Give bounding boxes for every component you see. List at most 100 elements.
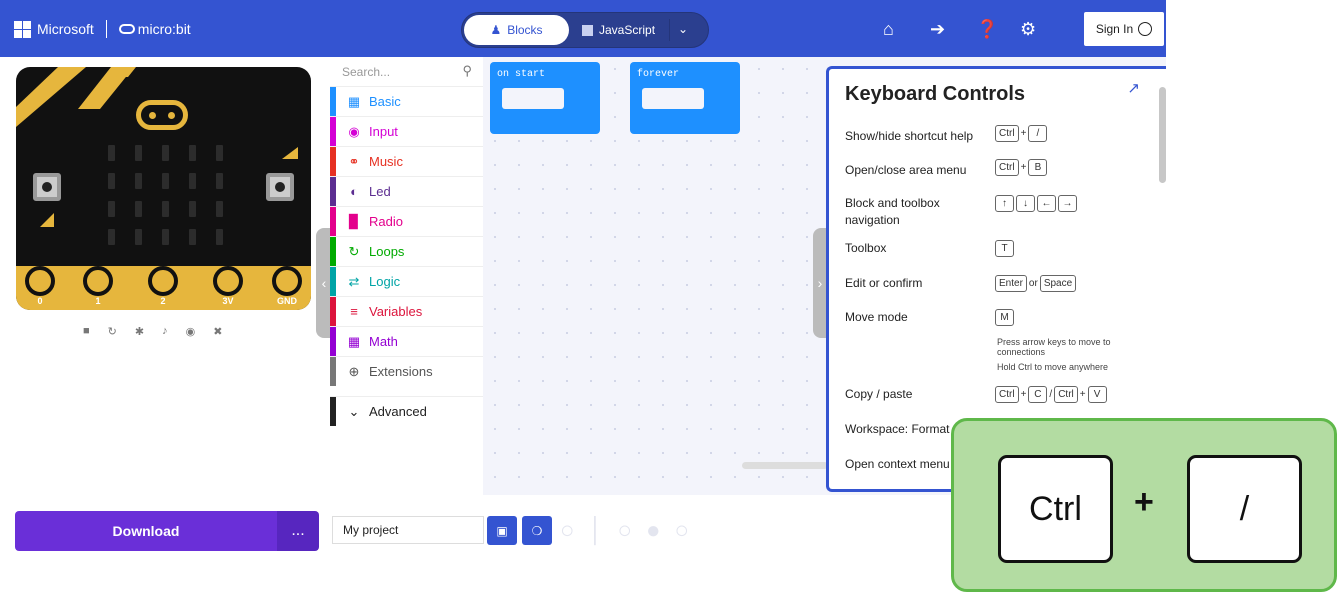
led[interactable] <box>189 201 196 217</box>
led[interactable] <box>108 145 115 161</box>
led[interactable] <box>162 145 169 161</box>
block-on-start[interactable]: on start <box>490 62 600 134</box>
toolbox-category-extensions[interactable]: ⊕ Extensions <box>330 356 483 386</box>
sign-in-button[interactable]: Sign In <box>1084 12 1164 46</box>
user-avatar-icon <box>1138 22 1153 36</box>
microsoft-logo-icon <box>14 20 31 38</box>
toolbox-category-advanced[interactable]: ⌄ Advanced <box>330 396 483 426</box>
led[interactable] <box>108 201 115 217</box>
toggle-icon: ◐ <box>350 184 358 199</box>
search-icon[interactable]: ⚲ <box>462 63 472 79</box>
fullscreen-icon[interactable]: ✖ <box>213 325 222 338</box>
button-b[interactable] <box>266 173 294 201</box>
led[interactable] <box>135 229 142 245</box>
editor-toggle: ♟ Blocks JavaScript ⌄ <box>461 12 709 48</box>
github-button[interactable]: ❍ <box>522 516 552 545</box>
brand-microbit[interactable]: micro:bit <box>138 21 191 37</box>
led[interactable] <box>216 145 223 161</box>
restart-icon[interactable]: ↻ <box>108 325 117 338</box>
toolbox-category-logic[interactable]: ⇄ Logic <box>330 266 483 296</box>
led[interactable] <box>108 229 115 245</box>
shortcut-label: Open/close area menu <box>845 163 967 177</box>
corner-stripe-icon <box>16 67 86 127</box>
category-label: Loops <box>369 244 405 259</box>
shortcut-keys: Ctrl + B <box>995 159 1048 176</box>
led[interactable] <box>189 229 196 245</box>
pin-3v[interactable]: 3V <box>212 266 244 310</box>
led[interactable] <box>162 173 169 189</box>
led[interactable] <box>162 229 169 245</box>
help-icon[interactable]: ❓ <box>976 20 998 38</box>
block-statement-slot <box>642 88 704 109</box>
tab-blocks[interactable]: ♟ Blocks <box>464 15 569 45</box>
key-plus: + <box>1020 389 1027 400</box>
pin-2[interactable]: 2 <box>147 266 179 310</box>
led[interactable] <box>162 201 169 217</box>
led[interactable] <box>216 229 223 245</box>
led[interactable] <box>135 145 142 161</box>
key-plus: + <box>1020 162 1027 173</box>
pin-0[interactable]: 0 <box>24 266 56 310</box>
led[interactable] <box>216 173 223 189</box>
toolbox-category-math[interactable]: ▦ Math <box>330 326 483 356</box>
category-label: Radio <box>369 214 403 229</box>
workspace-horizontal-scrollbar[interactable] <box>742 462 828 469</box>
move-mode-note: Press arrow keys to move to connections <box>997 337 1111 357</box>
led[interactable] <box>216 201 223 217</box>
block-forever[interactable]: forever <box>630 62 740 134</box>
tab-javascript-label: JavaScript <box>599 23 656 37</box>
brand-microsoft[interactable]: Microsoft <box>37 21 94 37</box>
key-t: T <box>995 240 1014 257</box>
chevron-down-icon[interactable]: ⌄ <box>678 22 688 36</box>
led[interactable] <box>189 145 196 161</box>
panel-scrollbar[interactable] <box>1159 87 1166 183</box>
pin-gnd[interactable]: GND <box>271 266 303 310</box>
mute-icon[interactable]: ♪ <box>162 325 168 338</box>
toolbox-category-loops[interactable]: ↻ Loops <box>330 236 483 266</box>
overlay-key-ctrl: Ctrl <box>998 455 1113 563</box>
led[interactable] <box>135 201 142 217</box>
shortcut-keys: Ctrl + / <box>995 125 1048 142</box>
shuffle-icon: ⇄ <box>348 273 360 289</box>
category-label: Input <box>369 124 398 139</box>
key-b: B <box>1028 159 1048 176</box>
download-button[interactable]: Download <box>15 511 277 551</box>
toolbox-search[interactable]: Search... ⚲ <box>342 63 472 79</box>
category-label: Basic <box>369 94 401 109</box>
led[interactable] <box>189 173 196 189</box>
save-button[interactable]: ▣ <box>487 516 517 545</box>
category-label: Led <box>369 184 391 199</box>
open-external-icon[interactable]: ↗ <box>1127 79 1140 97</box>
block-label: on start <box>497 69 546 80</box>
shortcut-label: Edit or confirm <box>845 276 923 290</box>
led[interactable] <box>108 173 115 189</box>
home-icon[interactable]: ⌂ <box>883 20 894 38</box>
button-a[interactable] <box>33 173 61 201</box>
tab-javascript[interactable]: JavaScript <box>582 15 655 45</box>
toolbox-category-radio[interactable]: ▉ Radio <box>330 206 483 236</box>
toolbox-category-music[interactable]: ⚭ Music <box>330 146 483 176</box>
pin-1[interactable]: 1 <box>82 266 114 310</box>
workspace-collapse-handle[interactable]: › <box>813 228 827 338</box>
more-options-button[interactable]: ... <box>277 511 319 551</box>
category-label: Math <box>369 334 398 349</box>
shortcut-label: Block and toolbox navigation <box>845 196 940 227</box>
project-name-input[interactable] <box>332 516 484 544</box>
move-mode-note: Hold Ctrl to move anywhere <box>997 362 1109 372</box>
toolbox-category-variables[interactable]: ≡ Variables <box>330 296 483 326</box>
category-label: Variables <box>369 304 423 319</box>
screenshot-icon[interactable]: ◉ <box>186 325 196 338</box>
led[interactable] <box>135 173 142 189</box>
toolbox-category-basic[interactable]: ▦ Basic <box>330 86 483 116</box>
settings-icon[interactable]: ⚙ <box>1020 20 1036 38</box>
puzzle-icon: ♟ <box>490 23 502 37</box>
block-label: forever <box>637 69 680 80</box>
slowmo-icon[interactable]: ✱ <box>135 325 144 338</box>
toolbox-category-led[interactable]: ◐ Led <box>330 176 483 206</box>
javascript-icon <box>582 24 593 36</box>
toolbox-category-input[interactable]: ◉ Input <box>330 116 483 146</box>
key-space: Space <box>1039 275 1077 292</box>
github-icon: ❍ <box>531 523 543 538</box>
stop-icon[interactable]: ■ <box>83 325 90 338</box>
share-icon[interactable]: ➔ <box>930 20 945 38</box>
